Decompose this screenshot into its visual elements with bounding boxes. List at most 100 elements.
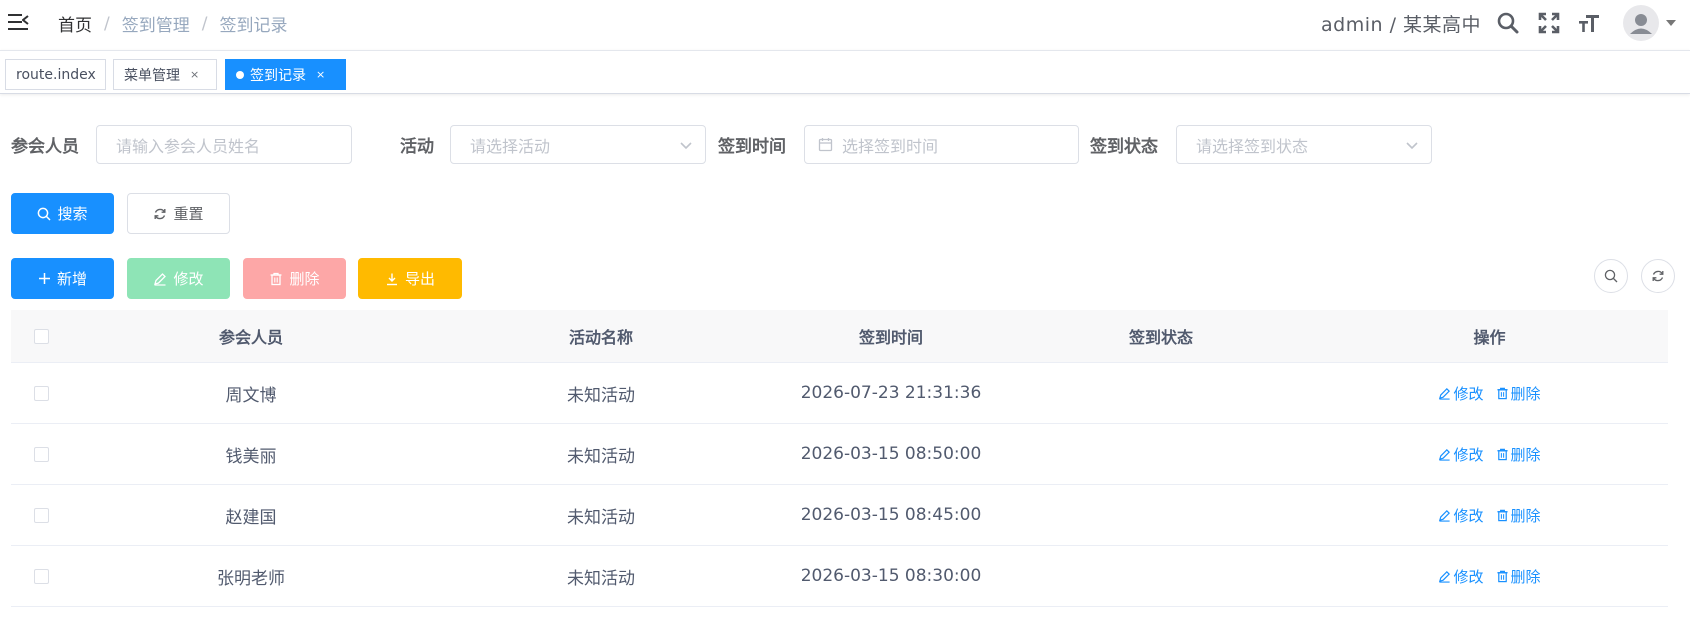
- time-cell: 2026-03-15 08:30:00: [800, 566, 982, 586]
- add-button-label: 新增: [56, 270, 87, 288]
- status-cell: [1011, 485, 1311, 545]
- search-icon[interactable]: [1494, 9, 1522, 37]
- activity-cell: 未知活动: [567, 568, 635, 589]
- row-select-cell: [11, 485, 71, 545]
- user-info: admin / 某某高中: [1321, 14, 1482, 36]
- edit-button[interactable]: 修改: [127, 258, 230, 299]
- table-header: 参会人员 活动名称 签到时间 签到状态 操作: [11, 310, 1668, 363]
- row-delete-link[interactable]: 删除: [1496, 383, 1541, 404]
- row-edit-label: 修改: [1453, 506, 1484, 525]
- row-checkbox[interactable]: [33, 385, 49, 401]
- edit-icon: [1439, 448, 1451, 461]
- attendee-cell: 周文博: [225, 385, 277, 406]
- tags-view: route.index 菜单管理 × 签到记录 ×: [0, 50, 1690, 94]
- breadcrumb-separator: /: [104, 13, 110, 34]
- search-button[interactable]: 搜索: [11, 193, 114, 234]
- time-picker[interactable]: 选择签到时间: [804, 125, 1079, 164]
- reset-button[interactable]: 重置: [127, 193, 230, 234]
- row-delete-link[interactable]: 删除: [1496, 505, 1541, 526]
- close-icon[interactable]: ×: [190, 68, 199, 81]
- row-delete-link[interactable]: 删除: [1496, 566, 1541, 587]
- select-all-checkbox[interactable]: [33, 328, 49, 344]
- time-label: 签到时间: [718, 137, 786, 157]
- time-cell: 2026-07-23 21:31:36: [800, 383, 982, 403]
- tag-label: 菜单管理: [124, 67, 180, 84]
- row-delete-label: 删除: [1510, 506, 1541, 525]
- row-edit-label: 修改: [1453, 384, 1484, 403]
- row-delete-label: 删除: [1510, 567, 1541, 586]
- activity-select[interactable]: 请选择活动: [450, 125, 706, 164]
- trash-icon: [269, 272, 283, 286]
- caret-down-icon[interactable]: [1666, 20, 1676, 26]
- trash-icon: [1496, 509, 1508, 521]
- toggle-search-button[interactable]: [1594, 259, 1628, 293]
- row-checkbox[interactable]: [33, 568, 49, 584]
- refresh-icon: [1652, 270, 1664, 282]
- time-cell: 2026-03-15 08:50:00: [800, 444, 982, 464]
- navbar: 首页 / 签到管理 / 签到记录 admin / 某某高中: [0, 0, 1690, 50]
- avatar[interactable]: [1623, 5, 1659, 41]
- hamburger-menu-icon[interactable]: [8, 13, 29, 31]
- refresh-table-button[interactable]: [1641, 259, 1675, 293]
- attendee-input[interactable]: 请输入参会人员姓名: [96, 125, 352, 164]
- actions-cell: 修改 删除: [1311, 424, 1668, 484]
- actions-cell: 修改 删除: [1311, 485, 1668, 545]
- close-icon[interactable]: ×: [316, 68, 325, 81]
- attendee-cell: 赵建国: [225, 507, 277, 528]
- download-icon: [385, 272, 399, 286]
- export-button-label: 导出: [404, 270, 435, 288]
- breadcrumb-home[interactable]: 首页: [58, 11, 92, 36]
- row-edit-link[interactable]: 修改: [1438, 444, 1484, 465]
- trash-icon: [1496, 387, 1508, 399]
- table-row: 张明老师 未知活动 2026-03-15 08:30:00 修改 删除: [11, 546, 1668, 607]
- delete-button-label: 删除: [289, 270, 320, 288]
- export-button[interactable]: 导出: [358, 258, 462, 299]
- table-row: 周文博 未知活动 2026-07-23 21:31:36 修改 删除: [11, 363, 1668, 424]
- search-button-label: 搜索: [57, 205, 88, 223]
- status-cell: [1011, 546, 1311, 606]
- refresh-icon: [153, 207, 167, 221]
- column-header-attendee: 参会人员: [218, 328, 283, 347]
- breadcrumb-section: 签到管理: [121, 16, 190, 36]
- row-delete-link[interactable]: 删除: [1496, 444, 1541, 465]
- row-edit-link[interactable]: 修改: [1438, 383, 1484, 404]
- add-button[interactable]: 新增: [11, 258, 114, 299]
- actions-cell: 修改 删除: [1311, 546, 1668, 606]
- delete-button[interactable]: 删除: [243, 258, 346, 299]
- reset-button-label: 重置: [173, 205, 204, 223]
- row-edit-link[interactable]: 修改: [1438, 505, 1484, 526]
- row-edit-label: 修改: [1453, 567, 1484, 586]
- trash-icon: [1496, 448, 1508, 460]
- status-select[interactable]: 请选择签到状态: [1176, 125, 1432, 164]
- edit-icon: [1439, 387, 1451, 400]
- edit-icon: [1439, 570, 1451, 583]
- column-header-time: 签到时间: [858, 328, 923, 347]
- plus-icon: [38, 272, 51, 285]
- chevron-down-icon: [1406, 142, 1418, 150]
- active-dot-icon: [236, 70, 244, 79]
- tag-sign-in-records[interactable]: 签到记录 ×: [225, 59, 346, 90]
- trash-icon: [1496, 570, 1508, 582]
- row-edit-link[interactable]: 修改: [1438, 566, 1484, 587]
- tag-menu-management[interactable]: 菜单管理 ×: [113, 59, 217, 90]
- search-icon: [1604, 269, 1618, 283]
- fullscreen-icon[interactable]: [1535, 9, 1563, 37]
- edit-button-label: 修改: [173, 270, 204, 288]
- breadcrumb: 首页 / 签到管理 / 签到记录: [58, 11, 287, 37]
- activity-cell: 未知活动: [567, 385, 635, 406]
- row-checkbox[interactable]: [33, 446, 49, 462]
- edit-icon: [153, 272, 167, 286]
- actions-cell: 修改 删除: [1311, 363, 1668, 423]
- table-row: 赵建国 未知活动 2026-03-15 08:45:00 修改 删除: [11, 485, 1668, 546]
- row-delete-label: 删除: [1510, 445, 1541, 464]
- row-delete-label: 删除: [1510, 384, 1541, 403]
- column-header-activity: 活动名称: [568, 328, 633, 347]
- tag-route-index[interactable]: route.index: [5, 59, 106, 90]
- row-checkbox[interactable]: [33, 507, 49, 523]
- select-all-cell: [11, 310, 71, 362]
- column-header-status: 签到状态: [1128, 328, 1193, 347]
- status-placeholder: 请选择签到状态: [1196, 136, 1309, 156]
- edit-icon: [1439, 509, 1451, 522]
- attendee-cell: 钱美丽: [225, 446, 277, 467]
- font-size-icon[interactable]: [1575, 9, 1603, 37]
